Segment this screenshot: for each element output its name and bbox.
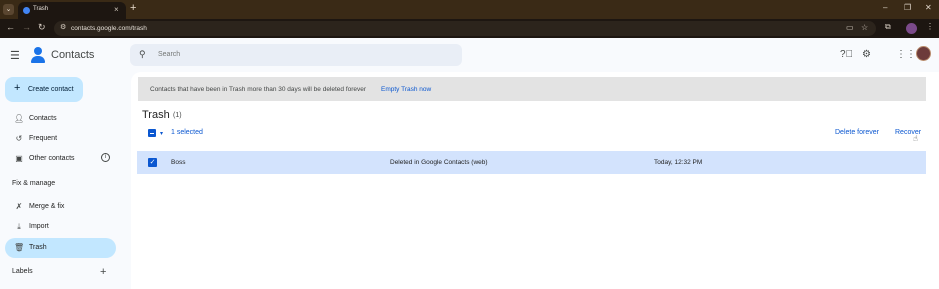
history-icon: ↺ (15, 134, 23, 143)
minimize-icon[interactable]: – (883, 3, 887, 12)
page-title: Trash (142, 109, 170, 121)
labels-heading: Labels (12, 268, 33, 275)
search-placeholder[interactable]: Search (158, 51, 180, 58)
empty-trash-link[interactable]: Empty Trash now (381, 86, 431, 93)
sidebar-item-label: Merge & fix (29, 203, 65, 210)
deleted-time: Today, 12:32 PM (654, 159, 703, 166)
contacts-favicon-icon (23, 7, 30, 14)
browser-tab-bar: ⌄ Trash × + – ❐ ✕ (0, 0, 939, 19)
forward-icon[interactable]: → (22, 22, 31, 32)
search-input[interactable]: ⚲ Search (130, 44, 462, 66)
sidebar-item-label: Contacts (29, 115, 57, 122)
sidebar-item-label: Trash (29, 244, 47, 251)
settings-gear-icon[interactable]: ⚙ (862, 49, 871, 60)
app-header: ☰ Contacts ⚲ Search ?⃝ ⚙ ⋮⋮ (0, 38, 939, 72)
contact-name: Boss (171, 159, 186, 166)
import-icon: ⤓ (17, 222, 21, 231)
url-text[interactable]: contacts.google.com/trash (71, 25, 147, 32)
row-checkbox[interactable]: ✓ (148, 158, 157, 167)
browser-menu-icon[interactable]: ⋮ (926, 22, 934, 31)
create-contact-label: Create contact (28, 86, 74, 93)
info-icon[interactable]: i (101, 153, 110, 162)
reload-icon[interactable]: ↻ (38, 22, 46, 33)
pointer-cursor-icon: ☝︎ (913, 134, 918, 143)
new-tab-button[interactable]: + (130, 2, 136, 14)
merge-tools-icon: ✗ (15, 202, 23, 211)
main-menu-icon[interactable]: ☰ (10, 49, 20, 62)
sidebar-item-label: Import (29, 223, 49, 230)
banner-text: Contacts that have been in Trash more th… (150, 86, 367, 93)
app-title: Contacts (51, 49, 95, 61)
account-avatar[interactable] (916, 46, 931, 61)
sidebar-item-label: Other contacts (29, 155, 75, 162)
address-bar[interactable]: ⚙ contacts.google.com/trash ▭ ☆ (54, 21, 876, 36)
sidebar-item-label: Frequent (29, 135, 58, 142)
search-icon[interactable]: ⚲ (139, 49, 146, 60)
sidebar-item-import[interactable]: ⤓ Import (5, 217, 116, 237)
tab-title: Trash (33, 6, 49, 12)
browser-tab[interactable]: Trash × (18, 2, 126, 19)
fix-manage-heading: Fix & manage (12, 180, 56, 187)
sidebar-item-trash[interactable]: 🗑︎ Trash (5, 238, 116, 258)
select-menu-chevron-icon[interactable]: ▾ (160, 130, 163, 137)
plus-icon: + (14, 82, 21, 94)
maximize-icon[interactable]: ❐ (904, 3, 911, 12)
selected-count: 1 selected (171, 129, 203, 136)
help-icon[interactable]: ?⃝ (840, 49, 853, 60)
close-window-icon[interactable]: ✕ (925, 3, 932, 12)
back-icon[interactable]: ← (6, 22, 15, 32)
create-contact-button[interactable]: + Create contact (5, 77, 83, 102)
contacts-logo-icon (31, 47, 45, 63)
sidebar-item-frequent[interactable]: ↺ Frequent (5, 129, 116, 149)
main-panel: Contacts that have been in Trash more th… (131, 72, 939, 289)
trash-info-banner: Contacts that have been in Trash more th… (138, 77, 926, 101)
profile-icon[interactable] (906, 23, 917, 34)
cast-icon[interactable]: ▭ (846, 23, 854, 32)
bookmark-star-icon[interactable]: ☆ (861, 23, 868, 32)
contacts-box-icon: ▣ (15, 154, 23, 163)
close-tab-icon[interactable]: × (114, 5, 119, 14)
extensions-icon[interactable]: ⧉ (885, 22, 891, 32)
delete-forever-button[interactable]: Delete forever (835, 129, 879, 136)
person-icon: 👤︎ (14, 114, 25, 123)
site-info-icon[interactable]: ⚙ (60, 23, 66, 31)
add-label-icon[interactable]: + (100, 266, 106, 278)
browser-toolbar: ← → ↻ ⚙ contacts.google.com/trash ▭ ☆ ⧉ … (0, 19, 939, 38)
sidebar-item-other-contacts[interactable]: ▣ Other contacts i (5, 149, 116, 169)
trash-count: (1) (173, 112, 182, 119)
trash-icon: 🗑︎ (14, 243, 25, 252)
table-row[interactable]: ✓ Boss Deleted in Google Contacts (web) … (137, 151, 926, 174)
apps-grid-icon[interactable]: ⋮⋮ (896, 49, 916, 60)
sidebar-item-contacts[interactable]: 👤︎ Contacts (5, 109, 116, 129)
tab-search-button[interactable]: ⌄ (3, 4, 14, 15)
select-all-checkbox[interactable] (148, 129, 156, 137)
sidebar-item-merge-fix[interactable]: ✗ Merge & fix (5, 197, 116, 217)
deleted-source: Deleted in Google Contacts (web) (390, 159, 488, 166)
